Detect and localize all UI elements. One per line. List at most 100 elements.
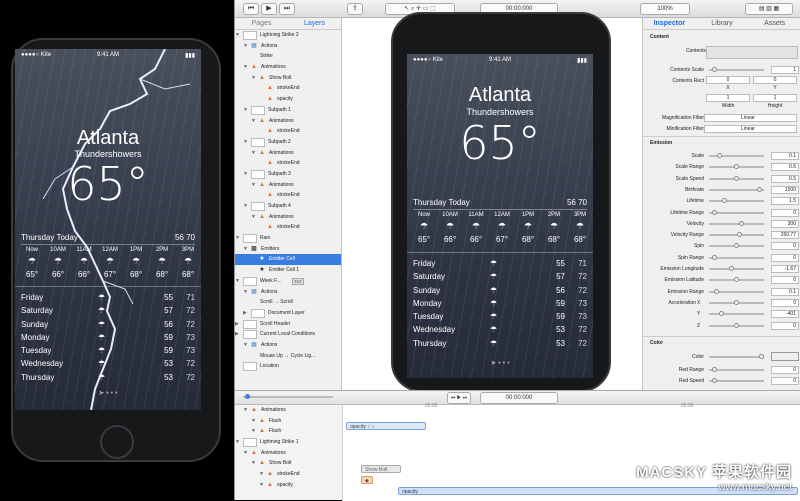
- prop-value[interactable]: 0: [771, 253, 799, 262]
- layer-row[interactable]: ▲ strokeEnd: [235, 126, 341, 137]
- slider-knob[interactable]: [757, 186, 762, 192]
- prop-slider[interactable]: [709, 277, 764, 283]
- layer-row[interactable]: ▲ strokeEnd: [235, 222, 341, 233]
- disclosure-icon[interactable]: ▼: [259, 471, 264, 477]
- layer-row[interactable]: ★ Emitter Cell 1: [235, 265, 341, 276]
- layer-row[interactable]: Location: [235, 361, 341, 372]
- slider-knob[interactable]: [734, 322, 739, 328]
- prop-value[interactable]: 0.1: [771, 287, 799, 296]
- prop-slider[interactable]: [709, 354, 764, 359]
- disclosure-icon[interactable]: ▼: [243, 203, 248, 209]
- layer-row[interactable]: ▼ ▲ Animations: [235, 180, 341, 191]
- prop-value[interactable]: 0: [771, 242, 799, 251]
- slider-knob[interactable]: [759, 354, 764, 359]
- prop-slider[interactable]: [709, 322, 764, 328]
- slider-knob[interactable]: [712, 254, 717, 260]
- timeline-layer-row[interactable]: ▼ Lightning Strike 1: [235, 437, 342, 448]
- layer-row[interactable]: ▼ Subpath 3: [235, 169, 341, 180]
- layer-row[interactable]: ▲ strokeEnd: [235, 158, 341, 169]
- slider-knob[interactable]: [734, 164, 739, 170]
- slider-knob[interactable]: [734, 243, 739, 249]
- slider-knob[interactable]: [717, 153, 722, 158]
- prop-value[interactable]: 0: [771, 298, 799, 307]
- timeline-layer-row[interactable]: ▼ ▲ Animations: [235, 448, 342, 459]
- slider-knob[interactable]: [739, 220, 744, 226]
- layer-row[interactable]: ▼ Week F... TXT: [235, 276, 341, 287]
- disclosure-icon[interactable]: ▼: [243, 43, 248, 49]
- step-button[interactable]: ⏭: [279, 3, 295, 15]
- slider-knob[interactable]: [712, 367, 717, 372]
- prop-value[interactable]: 0: [771, 366, 799, 374]
- disclosure-icon[interactable]: ▼: [251, 460, 256, 466]
- prop-slider[interactable]: [709, 175, 764, 181]
- prop-slider[interactable]: [709, 266, 764, 271]
- slider-knob[interactable]: [734, 277, 739, 283]
- disclosure-icon[interactable]: ▼: [251, 428, 256, 434]
- hourly-forecast[interactable]: Now ☂ 65° 10AM ☂ 66° 11AM ☂ 66° 12AM ☂ 67° 1PM ☂ 68° 2P…: [19, 247, 201, 279]
- tab-layers[interactable]: Layers: [288, 18, 341, 29]
- disclosure-icon[interactable]: ▶: [243, 310, 247, 316]
- page-dots[interactable]: ➤ • • •: [15, 389, 201, 397]
- prop-value[interactable]: -1.67: [771, 265, 799, 273]
- prop-value[interactable]: 250.77: [771, 231, 799, 240]
- prop-slider[interactable]: [709, 254, 764, 260]
- prop-slider[interactable]: [709, 243, 764, 249]
- layer-row[interactable]: ▶ Document Layer: [235, 308, 341, 319]
- layer-row[interactable]: ▼ ▲ Animations: [235, 148, 341, 159]
- disclosure-icon[interactable]: ▶: [235, 321, 239, 327]
- prop-slider[interactable]: [709, 311, 764, 317]
- layer-row[interactable]: ▶ Current Local Conditions: [235, 329, 341, 340]
- prop-value[interactable]: -401: [771, 310, 799, 319]
- rect-field[interactable]: 1: [753, 94, 797, 102]
- disclosure-icon[interactable]: ▼: [251, 150, 256, 156]
- prop-value[interactable]: 1500: [771, 185, 799, 194]
- layer-row[interactable]: ▼ Subpath 1: [235, 105, 341, 116]
- disclosure-icon[interactable]: ▼: [243, 64, 248, 70]
- layer-row[interactable]: ▲ strokeEnd: [235, 190, 341, 201]
- timeline-layer-row[interactable]: ▼ ▲ Flash: [235, 426, 342, 437]
- layer-row[interactable]: ▲ strokeEnd: [235, 83, 341, 94]
- slider-knob[interactable]: [712, 209, 717, 215]
- home-button[interactable]: [100, 425, 134, 459]
- timeline-bar[interactable]: Show Bolt: [361, 465, 401, 473]
- layer-row[interactable]: ★ Emitter Cell: [235, 254, 341, 266]
- disclosure-icon[interactable]: ▼: [235, 235, 240, 241]
- page-dots[interactable]: ➤ • • •: [407, 359, 593, 367]
- slider-knob[interactable]: [734, 299, 739, 305]
- slider-knob[interactable]: [734, 175, 739, 181]
- disclosure-icon[interactable]: ▼: [251, 75, 256, 81]
- layer-row[interactable]: ▼ ▲ Animations: [235, 212, 341, 223]
- disclosure-icon[interactable]: ▼: [243, 450, 248, 456]
- prop-value[interactable]: 0.5: [771, 174, 799, 183]
- slider-knob[interactable]: [737, 232, 742, 238]
- layer-row[interactable]: ▼ Lightning Strike 2: [235, 30, 341, 41]
- slider-knob[interactable]: [729, 266, 734, 271]
- layer-row[interactable]: ▼ Rain: [235, 233, 341, 244]
- color-well[interactable]: [771, 352, 799, 361]
- disclosure-icon[interactable]: ▶: [235, 331, 239, 337]
- slider-knob[interactable]: [712, 67, 717, 72]
- prop-slider[interactable]: [709, 186, 764, 192]
- timeline-layer-row[interactable]: ▼ ▲ opacity: [235, 480, 342, 491]
- prop-slider[interactable]: [709, 209, 764, 215]
- timeline-zoom-slider[interactable]: [243, 394, 333, 399]
- layer-row[interactable]: Scroll → Scroll: [235, 297, 341, 308]
- prop-slider[interactable]: [709, 198, 764, 204]
- prop-slider[interactable]: [709, 232, 764, 238]
- prop-slider[interactable]: [709, 153, 764, 158]
- layer-row[interactable]: ▼ ▲ Animations: [235, 116, 341, 127]
- disclosure-icon[interactable]: ▼: [235, 439, 240, 445]
- rect-field[interactable]: 0: [753, 76, 797, 84]
- timeline-bar[interactable]: ◆: [361, 476, 373, 484]
- play-button[interactable]: ▶: [261, 3, 277, 15]
- layer-row[interactable]: ▼ Subpath 2: [235, 137, 341, 148]
- contents-well[interactable]: [706, 46, 798, 59]
- rect-field[interactable]: 1: [706, 94, 750, 102]
- layer-row[interactable]: Mouse Up → Cycle Lig...: [235, 351, 341, 362]
- slider-knob[interactable]: [722, 198, 727, 204]
- disclosure-icon[interactable]: ▼: [251, 214, 256, 220]
- rewind-button[interactable]: ⏮: [243, 3, 259, 15]
- disclosure-icon[interactable]: ▼: [243, 139, 248, 145]
- disclosure-icon[interactable]: ▼: [243, 246, 248, 252]
- disclosure-icon[interactable]: ▼: [243, 342, 248, 348]
